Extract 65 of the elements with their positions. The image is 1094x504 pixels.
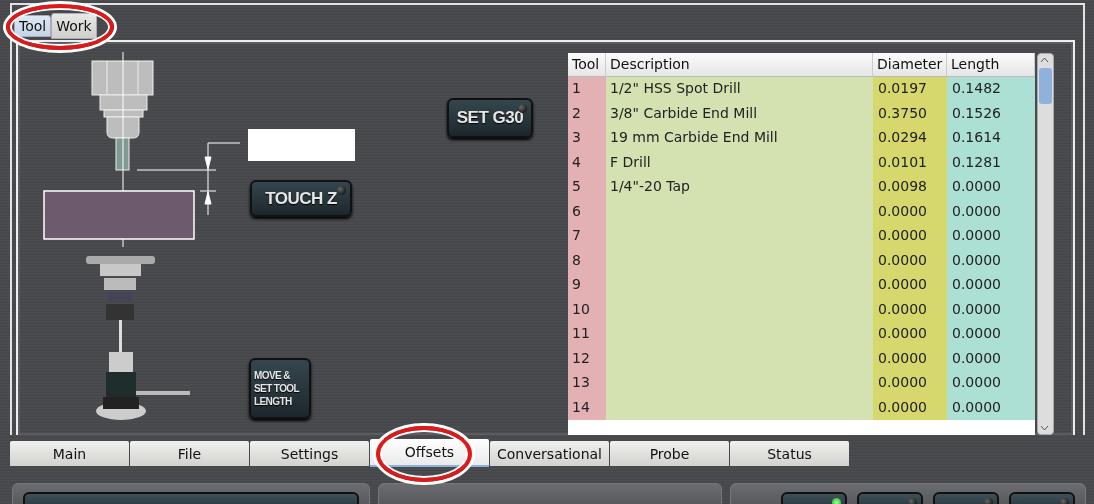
column-header[interactable]: Diameter <box>873 53 947 77</box>
table-cell: 6 <box>568 199 606 224</box>
table-cell: 1/2" HSS Spot Drill <box>606 77 873 102</box>
length-field[interactable] <box>248 129 355 161</box>
table-cell: 0.0000 <box>947 297 1035 322</box>
table-cell: 3/8" Carbide End Mill <box>606 101 873 126</box>
table-cell: 0.0000 <box>947 395 1035 420</box>
table-cell: 0.1614 <box>947 126 1035 151</box>
column-header[interactable]: Tool <box>568 53 606 77</box>
table-cell: 12 <box>568 346 606 371</box>
tab[interactable]: Tool <box>14 15 52 37</box>
table-cell: 5 <box>568 175 606 200</box>
table-cell: 0.0000 <box>947 371 1035 396</box>
table-cell: 1 <box>568 77 606 102</box>
table-cell: 10 <box>568 297 606 322</box>
table-cell: 0.0000 <box>947 322 1035 347</box>
table-cell: 7 <box>568 224 606 249</box>
table-cell: 0.0000 <box>873 224 947 249</box>
table-cell: 0.0000 <box>873 322 947 347</box>
tab[interactable]: File <box>130 441 249 466</box>
table-cell: 13 <box>568 371 606 396</box>
column-header[interactable]: Length <box>947 53 1035 77</box>
table-cell: F Drill <box>606 150 873 175</box>
table-cell: 19 mm Carbide End Mill <box>606 126 873 151</box>
column-header[interactable]: Description <box>606 53 873 77</box>
table-cell: 2 <box>568 101 606 126</box>
touch-z-button[interactable]: TOUCH Z <box>250 180 352 217</box>
tab[interactable]: Work <box>51 13 97 39</box>
table-cell: 0.0000 <box>947 346 1035 371</box>
set-g30-button[interactable]: SET G30 <box>447 98 533 138</box>
scrollbar[interactable] <box>1037 53 1054 435</box>
table-cell: 3 <box>568 126 606 151</box>
table-cell: 11 <box>568 322 606 347</box>
table-cell: 4 <box>568 150 606 175</box>
table-cell: 0.0000 <box>873 395 947 420</box>
table-cell: 0.0000 <box>873 346 947 371</box>
table-cell: 0.0000 <box>947 273 1035 298</box>
table-cell: 9 <box>568 273 606 298</box>
table-cell: 0.0000 <box>873 297 947 322</box>
table-cell: 0.1526 <box>947 101 1035 126</box>
tab[interactable]: Settings <box>250 441 369 466</box>
table-cell: 0.3750 <box>873 101 947 126</box>
table-cell: 0.0000 <box>873 248 947 273</box>
table-cell: 0.1281 <box>947 150 1035 175</box>
table-cell: 0.0000 <box>873 371 947 396</box>
table-cell: 14 <box>568 395 606 420</box>
table-cell: 0.0000 <box>873 273 947 298</box>
table-cell: 0.0197 <box>873 77 947 102</box>
table-cell: 0.0098 <box>873 175 947 200</box>
tab[interactable]: Conversational <box>490 441 609 466</box>
tab[interactable]: Status <box>730 441 849 466</box>
table-cell: 0.0000 <box>947 199 1035 224</box>
tab[interactable]: Probe <box>610 441 729 466</box>
scroll-thumb[interactable] <box>1039 68 1052 104</box>
tab[interactable]: Main <box>10 441 129 466</box>
table-cell: 1/4"-20 Tap <box>606 175 873 200</box>
table-cell: 0.0101 <box>873 150 947 175</box>
table-cell: 0.0000 <box>947 175 1035 200</box>
table-cell: 0.1482 <box>947 77 1035 102</box>
set-tool-length-button[interactable]: MOVE & SET TOOL LENGTH <box>249 358 311 419</box>
table-cell: 0.0000 <box>947 248 1035 273</box>
table-cell: 0.0000 <box>947 224 1035 249</box>
table-cell: 0.0294 <box>873 126 947 151</box>
table-cell: 0.0000 <box>873 199 947 224</box>
table-cell: 8 <box>568 248 606 273</box>
